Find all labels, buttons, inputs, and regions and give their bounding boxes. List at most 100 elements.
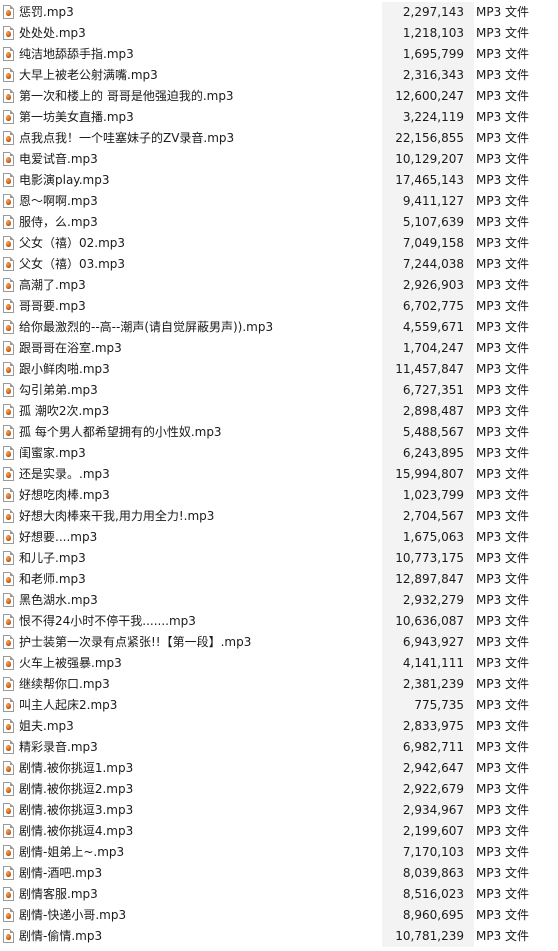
file-name[interactable]: 还是实录。.mp3	[19, 467, 110, 482]
file-name[interactable]: 黑色湖水.mp3	[19, 593, 98, 608]
file-row[interactable]: 剧情-酒吧.mp3 8,039,863 MP3 文件	[0, 863, 558, 884]
file-row[interactable]: 哥哥要.mp3 6,702,775 MP3 文件	[0, 296, 558, 317]
file-name[interactable]: 处处处.mp3	[19, 26, 86, 41]
file-name[interactable]: 高潮了.mp3	[19, 278, 86, 293]
mp3-file-icon	[3, 173, 14, 187]
file-row[interactable]: 好想大肉棒来干我,用力用全力!.mp3 2,704,567 MP3 文件	[0, 506, 558, 527]
file-name[interactable]: 剧情-快递小哥.mp3	[19, 908, 126, 923]
file-row[interactable]: 精彩录音.mp3 6,982,711 MP3 文件	[0, 737, 558, 758]
mp3-file-icon	[3, 719, 14, 733]
file-name[interactable]: 好想大肉棒来干我,用力用全力!.mp3	[19, 509, 214, 524]
file-name[interactable]: 大早上被老公射满嘴.mp3	[19, 68, 158, 83]
file-row[interactable]: 跟哥哥在浴室.mp3 1,704,247 MP3 文件	[0, 338, 558, 359]
file-row[interactable]: 孤 每个男人都希望拥有的小性奴.mp3 5,488,567 MP3 文件	[0, 422, 558, 443]
file-row[interactable]: 剧情客服.mp3 8,516,023 MP3 文件	[0, 884, 558, 905]
file-row[interactable]: 电影演play.mp3 17,465,143 MP3 文件	[0, 170, 558, 191]
file-row[interactable]: 和儿子.mp3 10,773,175 MP3 文件	[0, 548, 558, 569]
file-row[interactable]: 姐夫.mp3 2,833,975 MP3 文件	[0, 716, 558, 737]
file-row[interactable]: 剧情.被你挑逗3.mp3 2,934,967 MP3 文件	[0, 800, 558, 821]
file-row[interactable]: 剧情.被你挑逗1.mp3 2,942,647 MP3 文件	[0, 758, 558, 779]
file-name[interactable]: 电影演play.mp3	[19, 173, 109, 188]
file-row[interactable]: 服侍，么.mp3 5,107,639 MP3 文件	[0, 212, 558, 233]
file-row[interactable]: 勾引弟弟.mp3 6,727,351 MP3 文件	[0, 380, 558, 401]
file-name[interactable]: 和老师.mp3	[19, 572, 86, 587]
file-name[interactable]: 和儿子.mp3	[19, 551, 86, 566]
file-name[interactable]: 恩～啊啊.mp3	[19, 194, 98, 209]
file-name[interactable]: 惩罚.mp3	[19, 5, 74, 20]
file-row[interactable]: 火车上被强暴.mp3 4,141,111 MP3 文件	[0, 653, 558, 674]
file-name[interactable]: 好想要....mp3	[19, 530, 97, 545]
file-row[interactable]: 继续帮你口.mp3 2,381,239 MP3 文件	[0, 674, 558, 695]
file-row[interactable]: 跟小鲜肉啪.mp3 11,457,847 MP3 文件	[0, 359, 558, 380]
file-row[interactable]: 处处处.mp3 1,218,103 MP3 文件	[0, 23, 558, 44]
file-row[interactable]: 孤 潮吹2次.mp3 2,898,487 MP3 文件	[0, 401, 558, 422]
file-name[interactable]: 孤 潮吹2次.mp3	[19, 404, 109, 419]
file-row[interactable]: 和老师.mp3 12,897,847 MP3 文件	[0, 569, 558, 590]
file-row[interactable]: 第一次和楼上的 哥哥是他强迫我的.mp3 12,600,247 MP3 文件	[0, 86, 558, 107]
file-name[interactable]: 精彩录音.mp3	[19, 740, 98, 755]
file-name[interactable]: 剧情.被你挑逗2.mp3	[19, 782, 133, 797]
file-row[interactable]: 剧情.被你挑逗4.mp3 2,199,607 MP3 文件	[0, 821, 558, 842]
file-row[interactable]: 纯洁地舔舔手指.mp3 1,695,799 MP3 文件	[0, 44, 558, 65]
file-row[interactable]: 黑色湖水.mp3 2,932,279 MP3 文件	[0, 590, 558, 611]
file-row[interactable]: 剧情-姐弟上~.mp3 7,170,103 MP3 文件	[0, 842, 558, 863]
file-name[interactable]: 继续帮你口.mp3	[19, 677, 110, 692]
file-type: MP3 文件	[476, 782, 530, 796]
file-size: 8,039,863	[402, 866, 464, 880]
file-row[interactable]: 父女（禧）03.mp3 7,244,038 MP3 文件	[0, 254, 558, 275]
file-name[interactable]: 孤 每个男人都希望拥有的小性奴.mp3	[19, 425, 222, 440]
file-type: MP3 文件	[476, 677, 530, 691]
file-name[interactable]: 跟哥哥在浴室.mp3	[19, 341, 122, 356]
file-name[interactable]: 点我点我！一个哇塞妹子的ZV录音.mp3	[19, 131, 234, 146]
file-size: 2,704,567	[402, 509, 464, 523]
file-name[interactable]: 哥哥要.mp3	[19, 299, 86, 314]
file-type: MP3 文件	[476, 530, 530, 544]
file-row[interactable]: 叫主人起床2.mp3 775,735 MP3 文件	[0, 695, 558, 716]
file-name[interactable]: 剧情.被你挑逗1.mp3	[19, 761, 133, 776]
file-size: 4,559,671	[402, 320, 464, 334]
file-row[interactable]: 好想要....mp3 1,675,063 MP3 文件	[0, 527, 558, 548]
file-name[interactable]: 电爱试音.mp3	[19, 152, 98, 167]
file-row[interactable]: 第一坊美女直播.mp3 3,224,119 MP3 文件	[0, 107, 558, 128]
file-row[interactable]: 点我点我！一个哇塞妹子的ZV录音.mp3 22,156,855 MP3 文件	[0, 128, 558, 149]
file-name[interactable]: 剧情.被你挑逗4.mp3	[19, 824, 133, 839]
file-name[interactable]: 父女（禧）02.mp3	[19, 236, 125, 251]
file-name[interactable]: 剧情-偷情.mp3	[19, 929, 102, 944]
file-row[interactable]: 剧情-快递小哥.mp3 8,960,695 MP3 文件	[0, 905, 558, 926]
file-name[interactable]: 纯洁地舔舔手指.mp3	[19, 47, 134, 62]
file-row[interactable]: 好想吃肉棒.mp3 1,023,799 MP3 文件	[0, 485, 558, 506]
file-row[interactable]: 护士装第一次录有点紧张!!【第一段】.mp3 6,943,927 MP3 文件	[0, 632, 558, 653]
file-name[interactable]: 第一次和楼上的 哥哥是他强迫我的.mp3	[19, 89, 234, 104]
file-row[interactable]: 父女（禧）02.mp3 7,049,158 MP3 文件	[0, 233, 558, 254]
file-name[interactable]: 剧情.被你挑逗3.mp3	[19, 803, 133, 818]
file-row[interactable]: 恩～啊啊.mp3 9,411,127 MP3 文件	[0, 191, 558, 212]
file-name[interactable]: 闺蜜家.mp3	[19, 446, 86, 461]
file-name[interactable]: 给你最激烈的--高--潮声(请自觉屏蔽男声)).mp3	[19, 320, 273, 335]
file-row[interactable]: 剧情-偷情.mp3 10,781,239 MP3 文件	[0, 926, 558, 947]
file-name[interactable]: 勾引弟弟.mp3	[19, 383, 98, 398]
file-name[interactable]: 恨不得24小时不停干我.......mp3	[19, 614, 196, 629]
file-row[interactable]: 大早上被老公射满嘴.mp3 2,316,343 MP3 文件	[0, 65, 558, 86]
file-name[interactable]: 叫主人起床2.mp3	[19, 698, 117, 713]
file-name[interactable]: 跟小鲜肉啪.mp3	[19, 362, 110, 377]
file-row[interactable]: 恨不得24小时不停干我.......mp3 10,636,087 MP3 文件	[0, 611, 558, 632]
file-row[interactable]: 给你最激烈的--高--潮声(请自觉屏蔽男声)).mp3 4,559,671 MP3 …	[0, 317, 558, 338]
file-name[interactable]: 剧情客服.mp3	[19, 887, 98, 902]
file-name[interactable]: 剧情-姐弟上~.mp3	[19, 845, 124, 860]
file-name[interactable]: 服侍，么.mp3	[19, 215, 98, 230]
file-row[interactable]: 电爱试音.mp3 10,129,207 MP3 文件	[0, 149, 558, 170]
file-row[interactable]: 闺蜜家.mp3 6,243,895 MP3 文件	[0, 443, 558, 464]
file-row[interactable]: 还是实录。.mp3 15,994,807 MP3 文件	[0, 464, 558, 485]
file-name[interactable]: 父女（禧）03.mp3	[19, 257, 125, 272]
file-name[interactable]: 姐夫.mp3	[19, 719, 74, 734]
file-name[interactable]: 好想吃肉棒.mp3	[19, 488, 110, 503]
file-size: 6,727,351	[402, 383, 464, 397]
file-name[interactable]: 护士装第一次录有点紧张!!【第一段】.mp3	[19, 635, 251, 650]
file-name[interactable]: 火车上被强暴.mp3	[19, 656, 122, 671]
file-row[interactable]: 惩罚.mp3 2,297,143 MP3 文件	[0, 2, 558, 23]
file-name[interactable]: 剧情-酒吧.mp3	[19, 866, 102, 881]
file-size: 17,465,143	[395, 173, 464, 187]
file-name[interactable]: 第一坊美女直播.mp3	[19, 110, 134, 125]
file-row[interactable]: 高潮了.mp3 2,926,903 MP3 文件	[0, 275, 558, 296]
file-row[interactable]: 剧情.被你挑逗2.mp3 2,922,679 MP3 文件	[0, 779, 558, 800]
